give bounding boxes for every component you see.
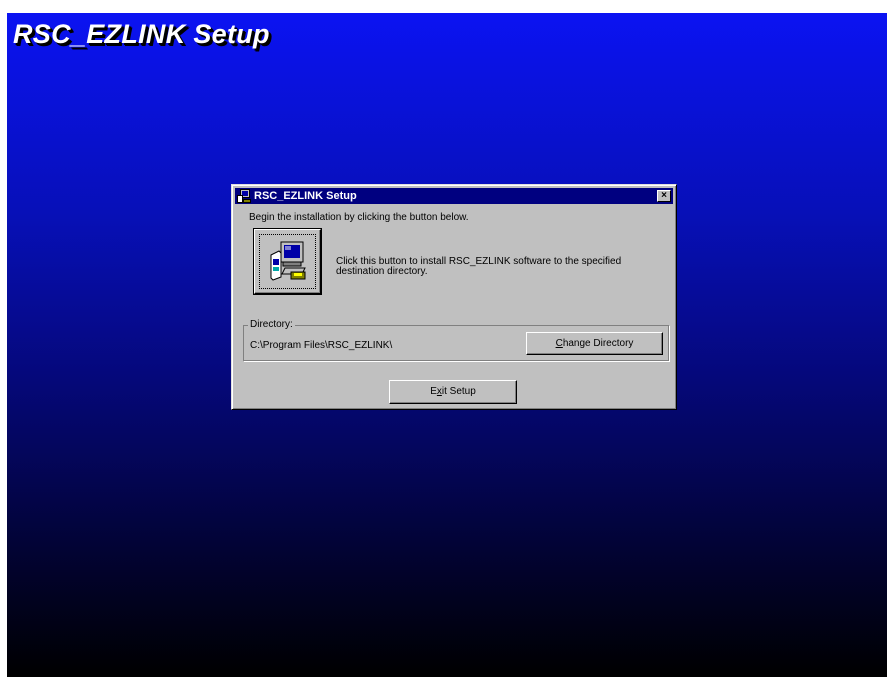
dialog-titlebar[interactable]: RSC_EZLINK Setup × xyxy=(235,188,673,204)
intro-text: Begin the installation by clicking the b… xyxy=(249,212,469,223)
install-button[interactable] xyxy=(254,229,321,294)
exit-label-end: it Setup xyxy=(441,386,476,397)
setup-background: RSC_EZLINK Setup RSC_EZLINK Setup × Begi… xyxy=(7,13,887,677)
dialog-title: RSC_EZLINK Setup xyxy=(254,190,357,202)
change-directory-accelerator: C xyxy=(555,338,563,349)
setup-app-icon xyxy=(237,189,251,203)
change-directory-button[interactable]: Change Directory xyxy=(526,332,663,355)
close-button[interactable]: × xyxy=(657,190,671,202)
directory-group: Directory: C:\Program Files\RSC_EZLINK\ … xyxy=(243,319,669,361)
directory-path: C:\Program Files\RSC_EZLINK\ xyxy=(250,340,393,351)
exit-label-start: E xyxy=(430,386,437,397)
setup-banner-title: RSC_EZLINK Setup xyxy=(13,19,270,49)
computer-setup-icon xyxy=(270,241,306,281)
install-description: Click this button to install RSC_EZLINK … xyxy=(336,256,622,277)
change-directory-label: hange Directory xyxy=(562,338,634,349)
exit-setup-button[interactable]: Exit Setup xyxy=(389,380,517,404)
setup-dialog: RSC_EZLINK Setup × Begin the installatio… xyxy=(231,184,677,410)
directory-label: Directory: xyxy=(248,319,295,330)
